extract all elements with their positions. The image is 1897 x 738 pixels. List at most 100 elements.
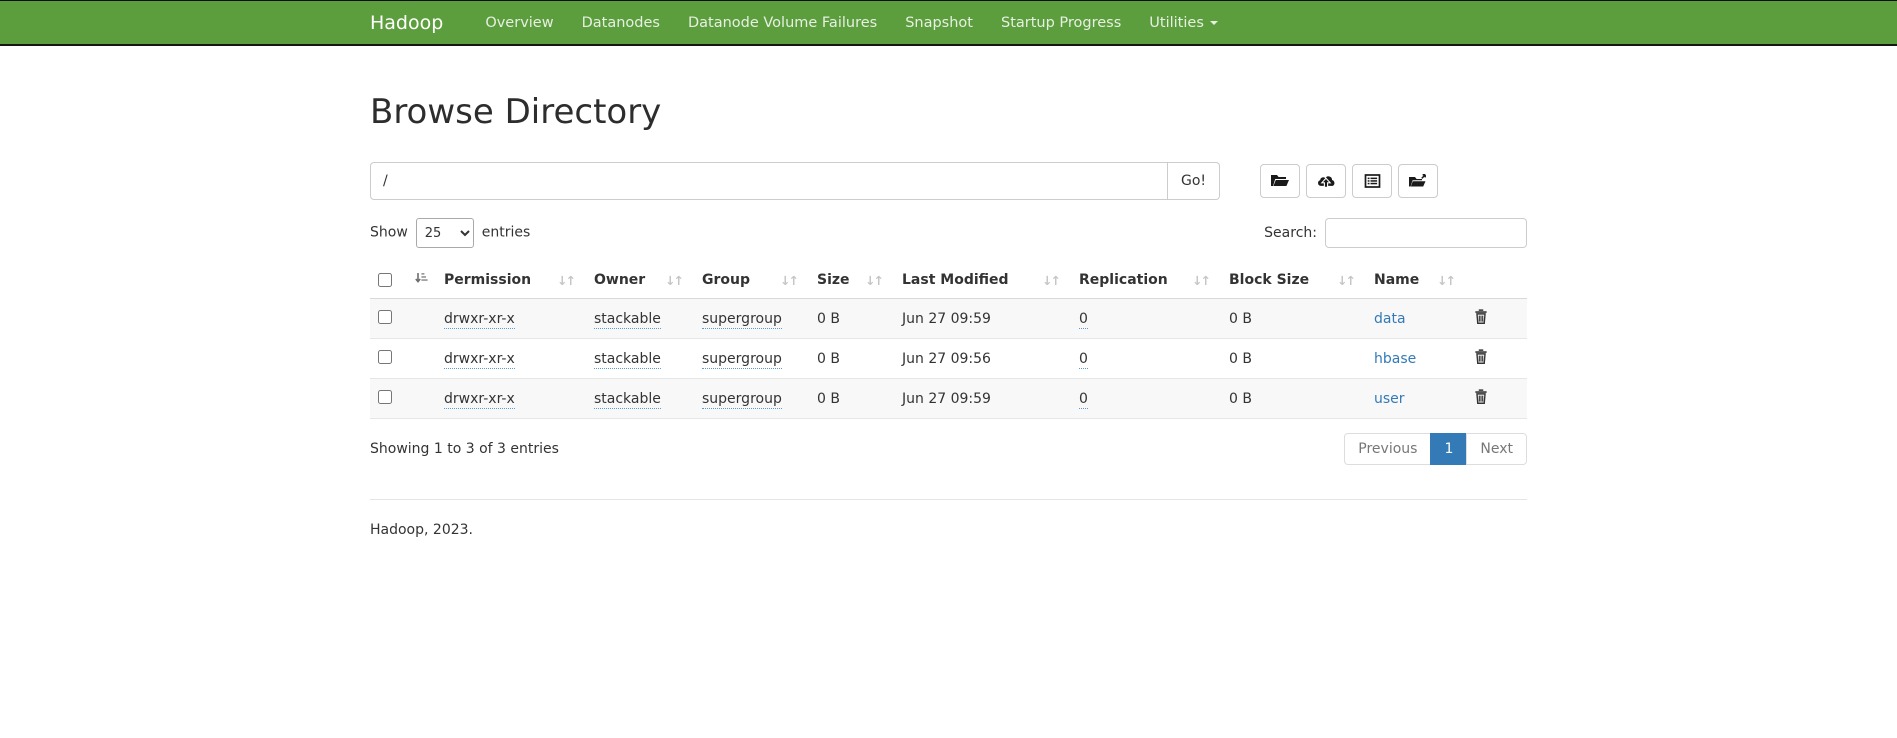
directory-table-body: drwxr-xr-x stackable supergroup 0 B Jun … [370,299,1527,419]
page-title: Browse Directory [370,92,1527,132]
row-checkbox[interactable] [378,310,392,324]
navbar-brand[interactable]: Hadoop [370,12,457,34]
replication-cell: 0 [1071,379,1221,419]
sort-icon: ↓↑ [865,273,886,288]
nav-item-overview[interactable]: Overview [471,15,567,31]
select-all-header [370,262,436,299]
actions-cell [1466,299,1527,339]
directory-name-link[interactable]: hbase [1374,351,1416,367]
group-value[interactable]: supergroup [702,391,782,409]
utilities-label: Utilities [1149,15,1204,31]
pagination-previous[interactable]: Previous [1344,433,1431,465]
sort-icon: ↓↑ [1437,273,1458,288]
search-label: Search: [1264,225,1317,241]
checkbox-cell [370,379,436,419]
replication-value[interactable]: 0 [1079,391,1088,409]
permission-value[interactable]: drwxr-xr-x [444,351,515,369]
last-modified-value: Jun 27 09:59 [894,299,1071,339]
row-checkbox[interactable] [378,390,392,404]
sort-icon: ↓↑ [780,273,801,288]
size-value: 0 B [809,379,894,419]
group-value[interactable]: supergroup [702,311,782,329]
block-size-value: 0 B [1221,379,1366,419]
delete-button[interactable] [1474,349,1488,367]
delete-button[interactable] [1474,309,1488,327]
actions-cell [1466,339,1527,379]
nav-item-datanodes[interactable]: Datanodes [568,15,674,31]
owner-cell: stackable [586,379,694,419]
move-button[interactable] [1398,164,1438,198]
header-block-size[interactable]: Block Size↓↑ [1221,262,1366,299]
owner-value[interactable]: stackable [594,311,661,329]
name-cell: user [1366,379,1466,419]
entries-info: Showing 1 to 3 of 3 entries [370,441,559,457]
actions-cell [1466,379,1527,419]
site-footer-text: Hadoop, 2023. [370,522,1527,738]
table-controls: Show 25 entries Search: [370,218,1527,248]
folder-open-icon [1270,173,1290,189]
header-replication[interactable]: Replication↓↑ [1071,262,1221,299]
row-checkbox[interactable] [378,350,392,364]
chevron-down-icon [1210,21,1218,25]
replication-value[interactable]: 0 [1079,311,1088,329]
nav-item-datanode-volume-failures[interactable]: Datanode Volume Failures [674,15,891,31]
pagination-page-1[interactable]: 1 [1431,433,1467,465]
header-last-modified[interactable]: Last Modified↓↑ [894,262,1071,299]
directory-path-input[interactable] [370,162,1168,200]
paste-button[interactable] [1352,164,1392,198]
create-directory-button[interactable] [1260,164,1300,198]
directory-name-link[interactable]: data [1374,311,1406,327]
sort-icon: ↓↑ [1042,273,1063,288]
nav-item-startup-progress[interactable]: Startup Progress [987,15,1135,31]
directory-table: Permission↓↑ Owner↓↑ Group↓↑ Size↓↑ Last… [370,262,1527,419]
sort-icon: ↓↑ [557,273,578,288]
last-modified-value: Jun 27 09:56 [894,339,1071,379]
page-size-select[interactable]: 25 [416,218,474,248]
header-owner[interactable]: Owner↓↑ [586,262,694,299]
pagination: Previous 1 Next [1344,433,1527,465]
permission-cell: drwxr-xr-x [436,339,586,379]
permission-value[interactable]: drwxr-xr-x [444,391,515,409]
select-all-checkbox[interactable] [378,273,392,287]
pagination-next[interactable]: Next [1467,433,1527,465]
name-cell: data [1366,299,1466,339]
sort-icon: ↓↑ [665,273,686,288]
sort-descending-icon[interactable] [414,271,428,289]
entries-label: entries [482,225,531,241]
table-row: drwxr-xr-x stackable supergroup 0 B Jun … [370,339,1527,379]
list-alt-icon [1364,173,1381,189]
owner-value[interactable]: stackable [594,351,661,369]
go-button[interactable]: Go! [1168,162,1220,200]
delete-button[interactable] [1474,389,1488,407]
trash-icon [1474,309,1488,327]
replication-value[interactable]: 0 [1079,351,1088,369]
checkbox-cell [370,299,436,339]
show-label: Show [370,225,408,241]
upload-files-button[interactable] [1306,164,1346,198]
permission-value[interactable]: drwxr-xr-x [444,311,515,329]
path-bar: Go! [370,162,1527,200]
size-value: 0 B [809,339,894,379]
trash-icon [1474,389,1488,407]
header-name[interactable]: Name↓↑ [1366,262,1466,299]
nav-item-snapshot[interactable]: Snapshot [891,15,987,31]
directory-name-link[interactable]: user [1374,391,1405,407]
sort-icon: ↓↑ [1192,273,1213,288]
name-cell: hbase [1366,339,1466,379]
block-size-value: 0 B [1221,339,1366,379]
table-row: drwxr-xr-x stackable supergroup 0 B Jun … [370,299,1527,339]
size-value: 0 B [809,299,894,339]
block-size-value: 0 B [1221,299,1366,339]
header-group[interactable]: Group↓↑ [694,262,809,299]
header-size[interactable]: Size↓↑ [809,262,894,299]
group-cell: supergroup [694,339,809,379]
last-modified-value: Jun 27 09:59 [894,379,1071,419]
owner-cell: stackable [586,339,694,379]
header-permission[interactable]: Permission↓↑ [436,262,586,299]
group-value[interactable]: supergroup [702,351,782,369]
nav-item-utilities[interactable]: Utilities [1135,15,1232,31]
owner-cell: stackable [586,299,694,339]
owner-value[interactable]: stackable [594,391,661,409]
cloud-upload-icon [1316,173,1336,189]
search-input[interactable] [1325,218,1527,248]
